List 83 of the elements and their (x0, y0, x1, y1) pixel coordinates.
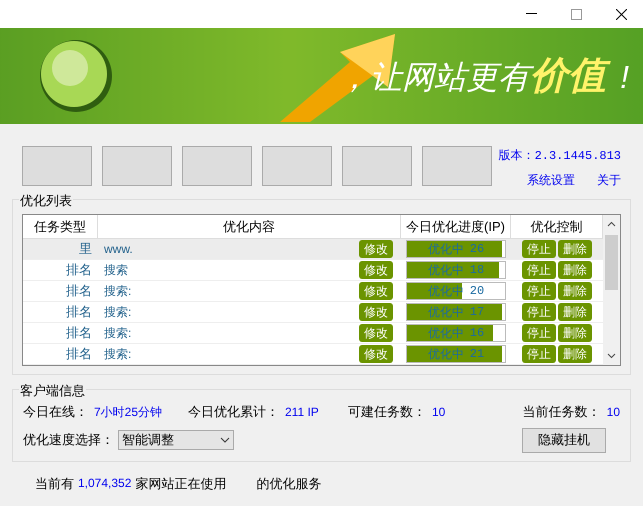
column-header: 任务类型 (23, 215, 98, 238)
edit-button[interactable]: 修改 (359, 324, 393, 342)
link[interactable]: 关于 (597, 171, 621, 189)
column-header: 优化内容 (98, 215, 401, 238)
table-cell-text: www. (104, 241, 133, 258)
speed-dropdown[interactable]: 智能调整 (118, 430, 234, 450)
logo-icon (38, 38, 114, 114)
edit-button[interactable]: 修改 (359, 345, 393, 363)
link[interactable]: 系统设置 (527, 171, 575, 189)
stop-button[interactable]: 停止 (522, 240, 556, 258)
column-header: 今日优化进度(IP) (401, 215, 511, 238)
progress-status: 优化中 (428, 346, 464, 363)
toolbar-button[interactable] (22, 146, 92, 186)
table-cell-text: 搜索: (104, 325, 132, 342)
speed-label: 优化速度选择： (23, 431, 114, 450)
delete-button[interactable]: 删除 (558, 303, 592, 321)
stat-label: 可建任务数： (348, 403, 426, 421)
table-cell-text: 搜索: (104, 304, 132, 321)
progress-status: 优化中 (428, 304, 464, 321)
stop-button[interactable]: 停止 (522, 324, 556, 342)
stat-label: 今日优化累计： (188, 403, 279, 421)
table-cell-text: 排名 (65, 345, 93, 364)
toolbar-button[interactable] (262, 146, 332, 186)
delete-button[interactable]: 删除 (558, 345, 592, 363)
footer-text: 当前有 (35, 474, 74, 492)
table-row[interactable]: 排名 搜索 修改 优化中 18 停止 删除 (23, 260, 603, 281)
minimize-icon[interactable] (526, 13, 537, 15)
table-cell-text: 排名 (65, 282, 93, 300)
toolbar-button[interactable] (422, 146, 492, 186)
toolbar-button[interactable] (182, 146, 252, 186)
edit-button[interactable]: 修改 (359, 303, 393, 321)
table-cell-text: 排名 (65, 303, 93, 322)
toolbar-button[interactable] (102, 146, 172, 186)
stat-value: 7小时25分钟 (94, 404, 162, 421)
stat-value: 10 (606, 404, 620, 421)
delete-button[interactable]: 删除 (558, 240, 592, 258)
version-text: 版本：2.3.1445.813 (498, 147, 621, 165)
scroll-down-icon[interactable] (607, 353, 616, 359)
progress-count: 17 (470, 304, 484, 321)
hide-button[interactable]: 隐藏挂机 (522, 428, 606, 452)
delete-button[interactable]: 删除 (558, 261, 592, 279)
delete-button[interactable]: 删除 (558, 282, 592, 300)
progress-count: 26 (470, 241, 484, 258)
table-cell-text: 搜索 (104, 262, 128, 279)
progress-status: 优化中 (428, 325, 464, 342)
site-count: 1,074,352 (78, 475, 132, 492)
stop-button[interactable]: 停止 (522, 282, 556, 300)
scrollbar[interactable] (603, 215, 620, 365)
table-cell-text: 里 (78, 240, 93, 258)
banner-exclaim: ! (620, 58, 629, 96)
progress-count: 21 (470, 346, 484, 363)
table-cell-text: 搜索: (104, 346, 132, 363)
stop-button[interactable]: 停止 (522, 303, 556, 321)
table-cell-text: 搜索: (104, 283, 132, 300)
table-row[interactable]: 里 www. 修改 优化中 26 停止 删除 (23, 239, 603, 260)
close-icon[interactable] (616, 8, 627, 20)
stop-button[interactable]: 停止 (522, 261, 556, 279)
edit-button[interactable]: 修改 (359, 240, 393, 258)
table-cell-text: 排名 (65, 324, 93, 342)
stop-button[interactable]: 停止 (522, 345, 556, 363)
progress-count: 20 (470, 283, 484, 300)
stat-value: 211 IP (285, 404, 319, 421)
progress-count: 18 (470, 262, 484, 279)
progress-status: 优化中 (428, 262, 464, 279)
progress-count: 16 (470, 325, 484, 342)
stat-label: 当前任务数： (522, 403, 601, 421)
table-cell-text: 排名 (65, 261, 93, 280)
edit-button[interactable]: 修改 (359, 282, 393, 300)
delete-button[interactable]: 删除 (558, 324, 592, 342)
chevron-down-icon (220, 437, 230, 443)
scroll-up-icon[interactable] (607, 221, 616, 227)
maximize-icon[interactable] (571, 8, 582, 20)
edit-button[interactable]: 修改 (359, 261, 393, 279)
table-row[interactable]: 排名 搜索: 修改 优化中 16 停止 删除 (23, 323, 603, 344)
stat-label: 今日在线： (23, 403, 88, 421)
table-row[interactable]: 排名 搜索: 修改 优化中 17 停止 删除 (23, 302, 603, 323)
table-row[interactable]: 排名 搜索: 修改 优化中 21 停止 删除 (23, 344, 603, 365)
stat-value: 10 (432, 404, 446, 421)
scrollbar-thumb[interactable] (605, 235, 618, 290)
progress-status: 优化中 (428, 241, 464, 258)
footer-text: 家网站正在使用 (135, 474, 226, 492)
toolbar-button[interactable] (342, 146, 412, 186)
footer-text: 的优化服务 (256, 474, 322, 492)
